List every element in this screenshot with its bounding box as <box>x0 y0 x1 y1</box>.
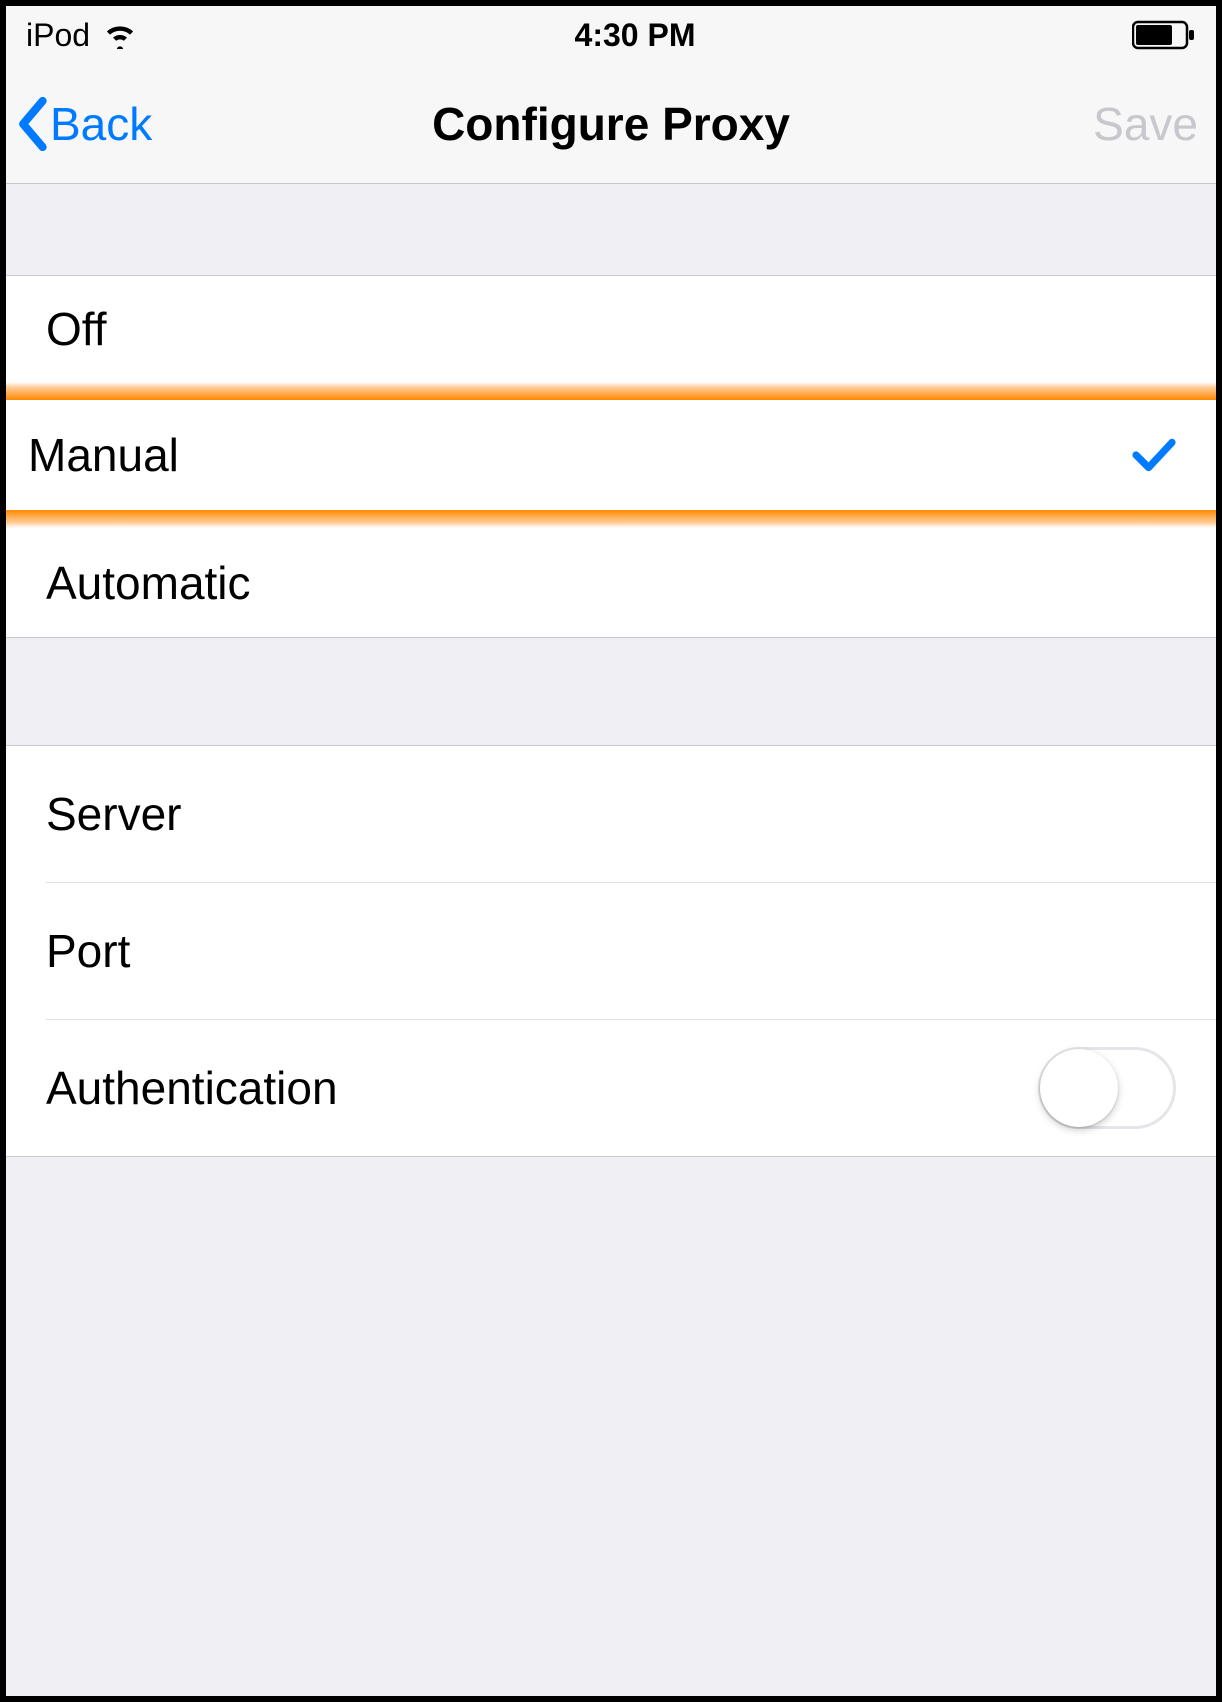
section-gap <box>6 638 1216 746</box>
status-left: iPod <box>26 17 138 54</box>
highlight-top <box>6 382 1216 400</box>
authentication-row: Authentication <box>6 1020 1216 1156</box>
status-time: 4:30 PM <box>575 17 696 54</box>
proxy-config-group: Server Port Authentication <box>6 746 1216 1157</box>
chevron-left-icon <box>16 97 48 151</box>
proxy-option-manual[interactable]: Manual <box>6 400 1216 510</box>
proxy-option-off[interactable]: Off <box>6 276 1216 382</box>
device-frame: iPod 4:30 PM Back Configure Proxy Save O… <box>0 0 1222 1702</box>
server-field[interactable]: Server <box>6 746 1216 882</box>
carrier-label: iPod <box>26 17 90 54</box>
nav-bar: Back Configure Proxy Save <box>6 64 1216 184</box>
proxy-mode-group: Off Manual Automatic <box>6 276 1216 638</box>
back-label: Back <box>50 97 152 151</box>
server-label: Server <box>46 787 181 841</box>
option-label: Off <box>46 302 107 356</box>
option-label: Manual <box>28 428 179 482</box>
option-label: Automatic <box>46 556 251 610</box>
page-title: Configure Proxy <box>432 97 790 151</box>
save-button[interactable]: Save <box>1093 97 1198 151</box>
battery-icon <box>1132 20 1196 50</box>
wifi-icon <box>102 21 138 49</box>
toggle-knob <box>1040 1049 1118 1127</box>
proxy-option-automatic[interactable]: Automatic <box>6 528 1216 638</box>
port-label: Port <box>46 924 130 978</box>
highlight-bottom <box>6 510 1216 528</box>
status-bar: iPod 4:30 PM <box>6 6 1216 64</box>
auth-label: Authentication <box>46 1061 338 1115</box>
port-field[interactable]: Port <box>6 883 1216 1019</box>
authentication-toggle[interactable] <box>1038 1047 1176 1129</box>
back-button[interactable]: Back <box>16 97 152 151</box>
section-gap <box>6 184 1216 276</box>
checkmark-icon <box>1132 437 1176 473</box>
